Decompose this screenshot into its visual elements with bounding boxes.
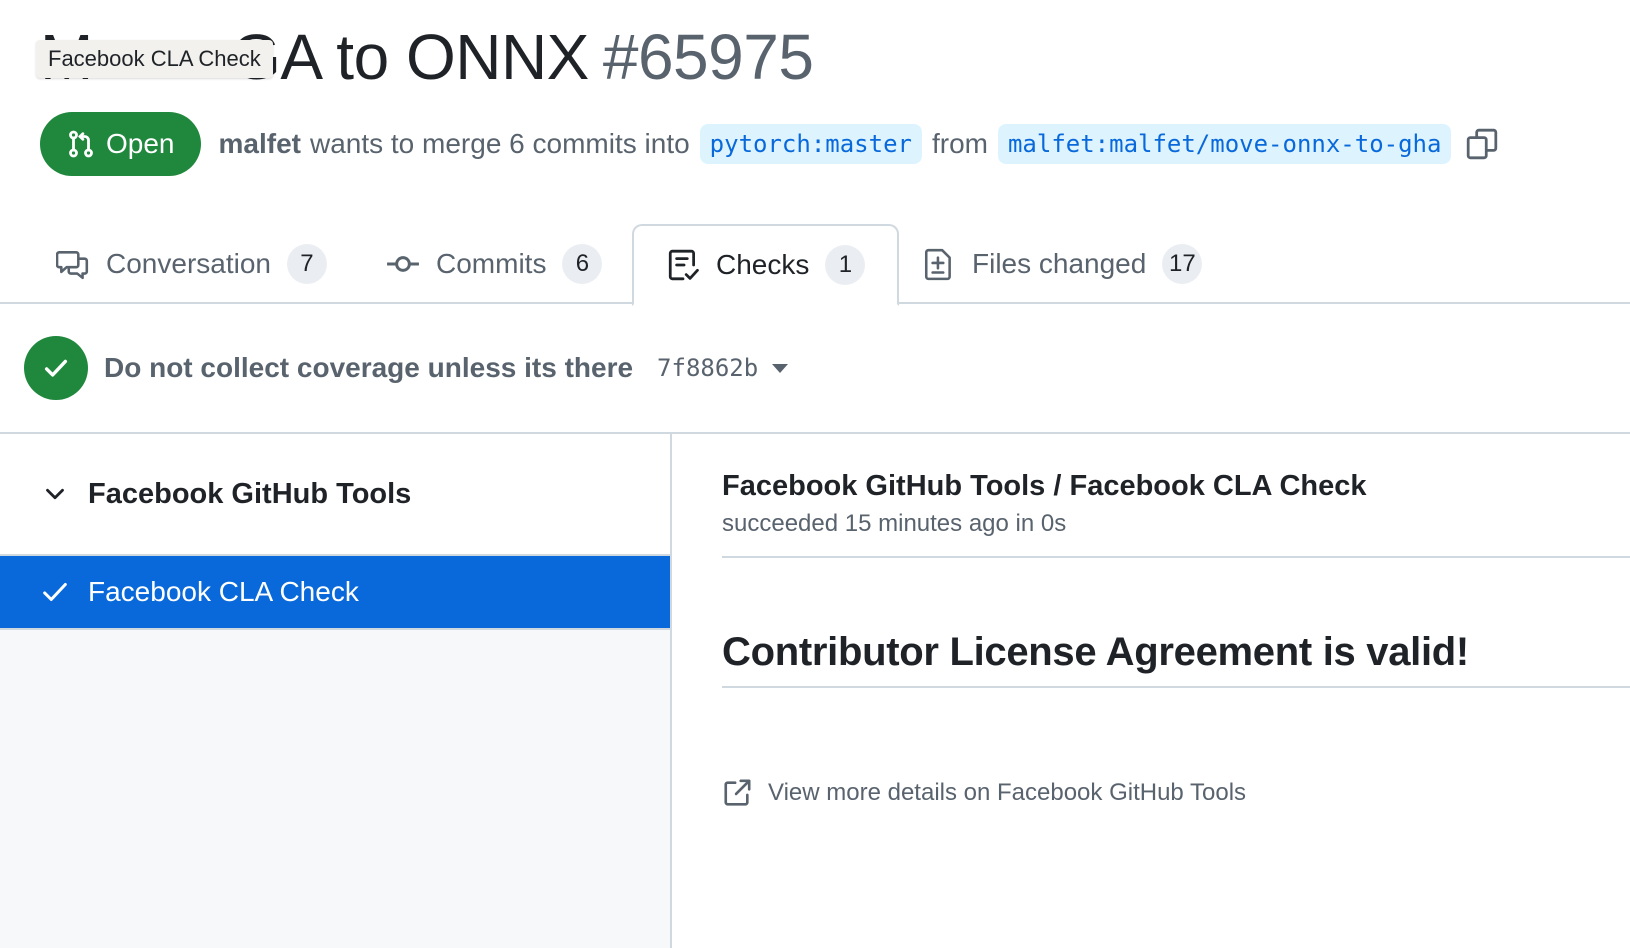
divider (722, 556, 1630, 558)
comment-discussion-icon (56, 251, 89, 280)
tab-checks[interactable]: Checks 1 (632, 224, 900, 306)
view-details-label: View more details on Facebook GitHub Too… (768, 779, 1247, 806)
tab-label: Commits (436, 248, 547, 279)
pr-tabs: Conversation 7 Commits 6 Checks 1 Files … (0, 224, 1630, 306)
check-run-title: Facebook GitHub Tools / Facebook CLA Che… (722, 470, 1367, 502)
check-suite-header[interactable]: Facebook GitHub Tools (0, 434, 670, 556)
chevron-down-icon[interactable] (40, 479, 70, 509)
tab-count: 7 (286, 244, 327, 284)
link-external-icon (724, 779, 751, 806)
tab-count: 17 (1162, 244, 1203, 284)
check-run-name: Facebook CLA Check (88, 576, 359, 607)
check-icon (43, 583, 67, 601)
copy-icon[interactable] (1465, 126, 1501, 162)
commit-header: Do not collect coverage unless its there… (0, 304, 1630, 434)
git-pull-request-icon (69, 130, 93, 158)
pr-state-label: Open (106, 128, 175, 159)
check-run-detail: Facebook GitHub Tools / Facebook CLA Che… (722, 434, 1630, 948)
git-commit-icon (387, 256, 419, 272)
commit-sha-dropdown[interactable]: 7f8862b (657, 354, 758, 382)
tab-count: 6 (562, 244, 603, 284)
base-branch[interactable]: pytorch:master (699, 124, 922, 164)
caret-down-icon[interactable] (772, 363, 789, 373)
tab-label: Files changed (972, 248, 1147, 279)
pr-meta: Open malfet wants to merge 6 commits int… (40, 112, 1501, 176)
divider (722, 686, 1630, 688)
check-suite-name: Facebook GitHub Tools (88, 477, 412, 510)
file-diff-icon (924, 248, 951, 281)
pr-title-text: A to ONNX (280, 21, 589, 93)
pr-number: #65975 (602, 21, 814, 93)
tab-files-changed[interactable]: Files changed 17 (922, 224, 1203, 304)
check-success-icon (24, 336, 88, 400)
tab-label: Conversation (106, 248, 271, 279)
pr-author-link[interactable]: malfet (219, 128, 301, 160)
checks-sidebar: Facebook GitHub Tools Facebook CLA Check (0, 434, 672, 948)
tooltip: Facebook CLA Check (36, 40, 273, 78)
commit-message[interactable]: Do not collect coverage unless its there (104, 352, 633, 384)
check-run-item[interactable]: Facebook CLA Check (0, 556, 670, 630)
check-run-status: succeeded 15 minutes ago in 0s (722, 510, 1067, 537)
view-details-link[interactable]: View more details on Facebook GitHub Too… (722, 778, 1246, 808)
tab-commits[interactable]: Commits 6 (386, 224, 603, 304)
from-text: from (931, 128, 988, 159)
checklist-icon (668, 249, 699, 281)
pr-state-badge: Open (40, 112, 201, 176)
head-branch[interactable]: malfet:malfet/move-onnx-to-gha (997, 124, 1452, 164)
merge-text: wants to merge 6 commits into (309, 128, 690, 159)
tab-label: Checks (716, 249, 810, 280)
tab-count: 1 (825, 245, 866, 285)
tab-conversation[interactable]: Conversation 7 (56, 224, 327, 304)
check-summary-heading: Contributor License Agreement is valid! (722, 630, 1469, 674)
pr-merge-info: malfet wants to merge 6 commits into pyt… (219, 124, 1502, 164)
